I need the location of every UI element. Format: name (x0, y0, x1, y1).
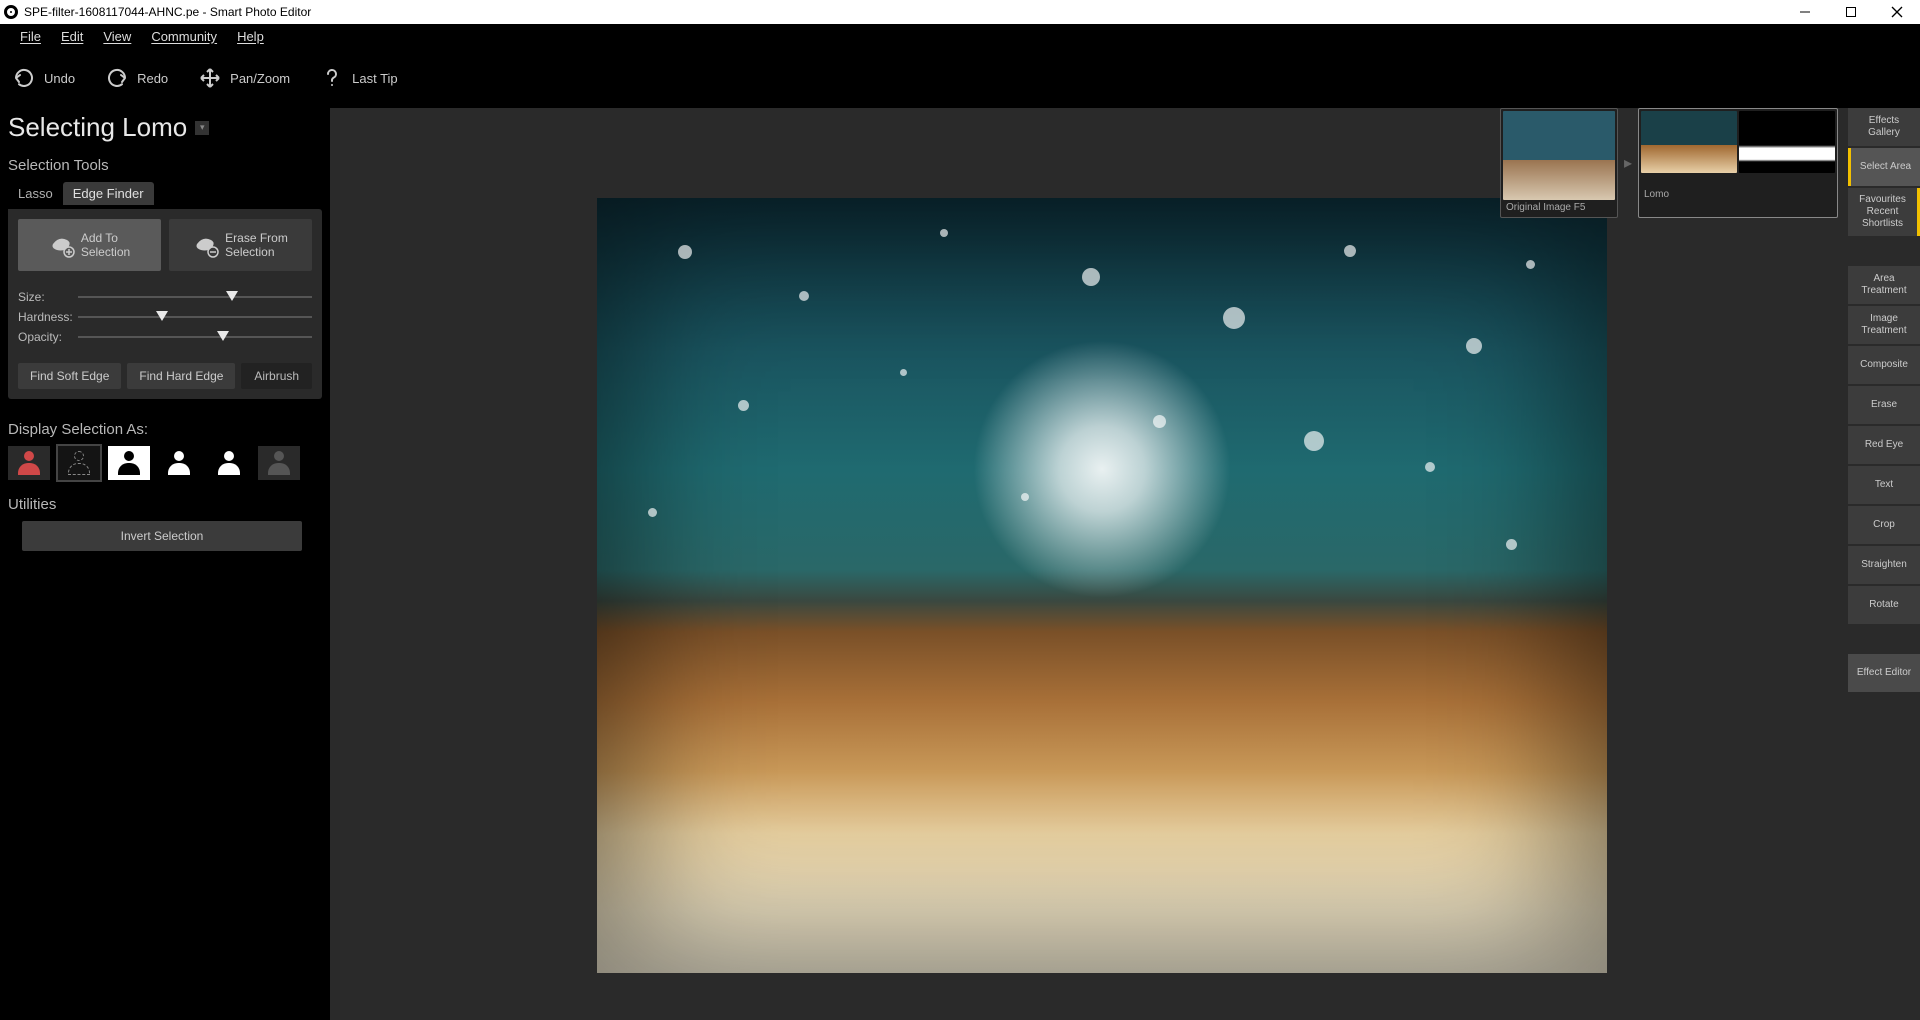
thumb-lomo-image (1641, 111, 1737, 173)
add-to-selection-label: Add To Selection (81, 231, 130, 259)
window-titlebar: SPE-filter-1608117044-AHNC.pe - Smart Ph… (0, 0, 1920, 24)
invert-selection-button[interactable]: Invert Selection (22, 521, 302, 551)
thumb-original[interactable]: Original Image F5 (1500, 108, 1618, 218)
rotate-button[interactable]: Rotate (1848, 586, 1920, 624)
effects-gallery-button[interactable]: Effects Gallery (1848, 108, 1920, 146)
slider-opacity[interactable]: Opacity: (18, 327, 312, 347)
thumb-lomo-label: Lomo (1641, 187, 1835, 216)
size-label: Size: (18, 290, 78, 304)
center-area: Original Image F5 ▸ Lomo (330, 108, 1848, 1020)
erase-from-selection-button[interactable]: Erase From Selection (169, 219, 312, 271)
app-icon (4, 5, 18, 19)
window-title: SPE-filter-1608117044-AHNC.pe - Smart Ph… (24, 5, 311, 19)
maximize-button[interactable] (1828, 0, 1874, 24)
move-icon (198, 66, 222, 90)
display-mode-4[interactable] (158, 446, 200, 480)
brush-add-icon (49, 232, 75, 258)
undo-label: Undo (44, 71, 75, 86)
section-display-as: Display Selection As: (8, 421, 322, 438)
close-button[interactable] (1874, 0, 1920, 24)
thumb-lomo-mask (1739, 111, 1835, 173)
menu-bar: File Edit View Community Help (0, 24, 1920, 48)
crop-button[interactable]: Crop (1848, 506, 1920, 544)
find-soft-edge-button[interactable]: Find Soft Edge (18, 363, 121, 389)
lasttip-button[interactable]: Last Tip (320, 66, 398, 90)
slider-size[interactable]: Size: (18, 287, 312, 307)
section-selection-tools: Selection Tools (8, 157, 322, 174)
hardness-label: Hardness: (18, 310, 78, 324)
display-selection-row (8, 446, 322, 480)
question-icon (320, 66, 344, 90)
tool-tab-body: Add To Selection Erase From Selection Si… (8, 209, 322, 399)
menu-community[interactable]: Community (141, 27, 227, 46)
composite-button[interactable]: Composite (1848, 346, 1920, 384)
tool-tabs: Lasso Edge Finder (8, 182, 322, 205)
erase-from-selection-label: Erase From Selection (225, 231, 288, 259)
page-title: Selecting Lomo ▾ (8, 112, 322, 143)
straighten-button[interactable]: Straighten (1848, 546, 1920, 584)
undo-icon (12, 66, 36, 90)
arrow-right-icon: ▸ (1622, 153, 1634, 173)
image-treatment-button[interactable]: Image Treatment (1848, 306, 1920, 344)
menu-file[interactable]: File (10, 27, 51, 46)
redo-label: Redo (137, 71, 168, 86)
panzoom-label: Pan/Zoom (230, 71, 290, 86)
menu-edit[interactable]: Edit (51, 27, 93, 46)
undo-button[interactable]: Undo (12, 66, 75, 90)
redeye-button[interactable]: Red Eye (1848, 426, 1920, 464)
favourites-button[interactable]: Favourites Recent Shortlists (1848, 188, 1920, 236)
slider-hardness[interactable]: Hardness: (18, 307, 312, 327)
minimize-button[interactable] (1782, 0, 1828, 24)
find-hard-edge-button[interactable]: Find Hard Edge (127, 363, 235, 389)
display-mode-1[interactable] (8, 446, 50, 480)
area-treatment-button[interactable]: Area Treatment (1848, 266, 1920, 304)
history-thumbstrip: Original Image F5 ▸ Lomo (1500, 108, 1838, 218)
left-panel: Selecting Lomo ▾ Selection Tools Lasso E… (0, 108, 330, 1020)
effect-editor-button[interactable]: Effect Editor (1848, 654, 1920, 692)
menu-view[interactable]: View (93, 27, 141, 46)
text-button[interactable]: Text (1848, 466, 1920, 504)
select-area-button[interactable]: Select Area (1848, 148, 1920, 186)
opacity-label: Opacity: (18, 330, 78, 344)
menu-help[interactable]: Help (227, 27, 274, 46)
add-to-selection-button[interactable]: Add To Selection (18, 219, 161, 271)
toolbar: Undo Redo Pan/Zoom Last Tip (0, 48, 1920, 108)
lasttip-label: Last Tip (352, 71, 398, 86)
panzoom-button[interactable]: Pan/Zoom (198, 66, 290, 90)
tab-edge-finder[interactable]: Edge Finder (63, 182, 154, 205)
canvas-image[interactable] (597, 198, 1607, 973)
thumb-original-image (1503, 111, 1615, 200)
brush-erase-icon (193, 232, 219, 258)
redo-icon (105, 66, 129, 90)
display-mode-3[interactable] (108, 446, 150, 480)
display-mode-5[interactable] (208, 446, 250, 480)
redo-button[interactable]: Redo (105, 66, 168, 90)
title-dropdown-icon[interactable]: ▾ (195, 121, 209, 135)
thumb-original-label: Original Image F5 (1503, 200, 1615, 215)
erase-button[interactable]: Erase (1848, 386, 1920, 424)
display-mode-2[interactable] (58, 446, 100, 480)
airbrush-button[interactable]: Airbrush (241, 363, 312, 389)
right-panel: Effects Gallery Select Area Favourites R… (1848, 108, 1920, 1020)
thumb-lomo[interactable]: Lomo (1638, 108, 1838, 218)
section-utilities: Utilities (8, 496, 322, 513)
display-mode-6[interactable] (258, 446, 300, 480)
tab-lasso[interactable]: Lasso (8, 182, 63, 205)
